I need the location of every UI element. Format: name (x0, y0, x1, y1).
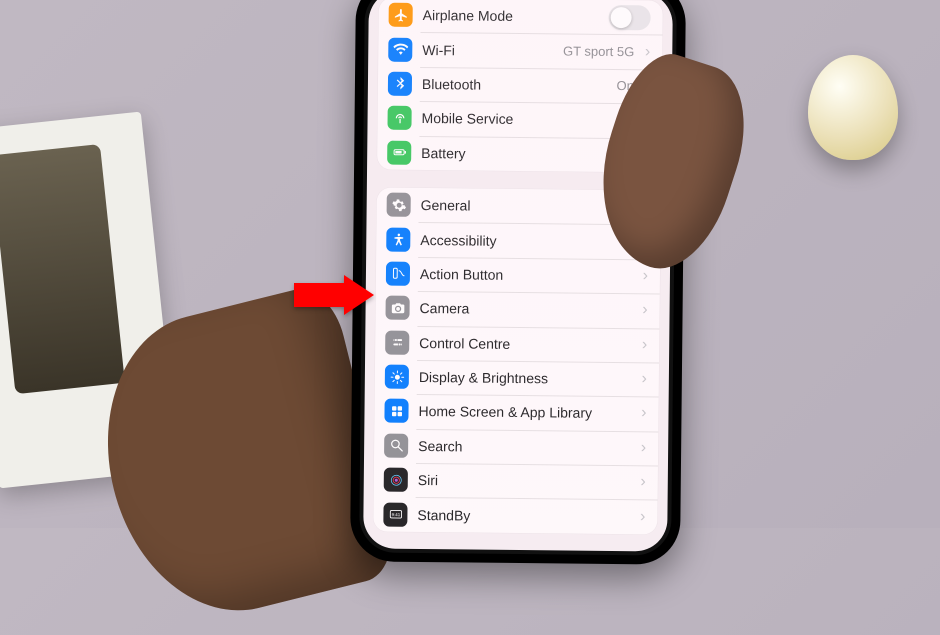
home-screen-icon (384, 399, 408, 423)
siri-row[interactable]: Siri › (374, 463, 658, 500)
standby-label: StandBy (417, 507, 635, 525)
chevron-right-icon: › (637, 370, 647, 388)
chevron-right-icon: › (635, 508, 645, 526)
standby-icon: 9:41 (383, 502, 407, 526)
gear-icon (387, 193, 411, 217)
bluetooth-label: Bluetooth (422, 76, 617, 94)
siri-label: Siri (418, 472, 636, 490)
settings-app: Airplane Mode Wi-Fi GT sport 5G › (363, 0, 673, 534)
airplane-toggle[interactable] (609, 5, 651, 30)
accessibility-icon (386, 227, 410, 251)
chevron-right-icon: › (638, 267, 648, 285)
control-centre-row[interactable]: Control Centre › (375, 325, 659, 362)
phone-screen: Airplane Mode Wi-Fi GT sport 5G › (363, 0, 673, 552)
action-button-label: Action Button (420, 266, 638, 284)
svg-text:9:41: 9:41 (391, 512, 400, 517)
display-label: Display & Brightness (419, 369, 637, 387)
scene: Airplane Mode Wi-Fi GT sport 5G › (0, 0, 940, 528)
wifi-value: GT sport 5G (563, 44, 634, 60)
display-row[interactable]: Display & Brightness › (375, 359, 659, 396)
search-label: Search (418, 438, 636, 456)
decorative-object (808, 55, 898, 160)
chevron-right-icon: › (636, 474, 646, 492)
camera-row[interactable]: Camera › (375, 291, 659, 328)
airplane-label: Airplane Mode (423, 7, 609, 25)
accessibility-label: Accessibility (420, 232, 638, 250)
chevron-right-icon: › (637, 302, 647, 320)
antenna-icon (387, 106, 411, 130)
standby-row[interactable]: 9:41 StandBy › (373, 497, 657, 534)
bluetooth-icon (388, 72, 412, 96)
action-button-icon (386, 262, 410, 286)
airplane-mode-row[interactable]: Airplane Mode (378, 0, 662, 35)
control-centre-icon (385, 330, 409, 354)
home-screen-label: Home Screen & App Library (418, 403, 636, 421)
camera-icon (385, 296, 409, 320)
mobile-label: Mobile Service (422, 110, 640, 128)
red-arrow-annotation (294, 275, 374, 315)
camera-label: Camera (420, 300, 638, 318)
brightness-icon (385, 365, 409, 389)
wifi-row[interactable]: Wi-Fi GT sport 5G › (378, 32, 662, 69)
chevron-right-icon: › (637, 336, 647, 354)
siri-icon (384, 468, 408, 492)
control-centre-label: Control Centre (419, 335, 637, 353)
wifi-icon (388, 37, 412, 61)
airplane-icon (389, 3, 413, 27)
search-row[interactable]: Search › (374, 428, 658, 465)
chevron-right-icon: › (636, 405, 646, 423)
action-button-row[interactable]: Action Button › (376, 256, 660, 293)
phone-bezel: Airplane Mode Wi-Fi GT sport 5G › (359, 0, 677, 556)
chevron-right-icon: › (636, 439, 646, 457)
chevron-right-icon: › (640, 43, 650, 61)
bluetooth-row[interactable]: Bluetooth On › (378, 66, 662, 103)
home-screen-row[interactable]: Home Screen & App Library › (374, 394, 658, 431)
search-icon (384, 433, 408, 457)
battery-icon (387, 140, 411, 164)
wifi-label: Wi-Fi (422, 42, 563, 59)
